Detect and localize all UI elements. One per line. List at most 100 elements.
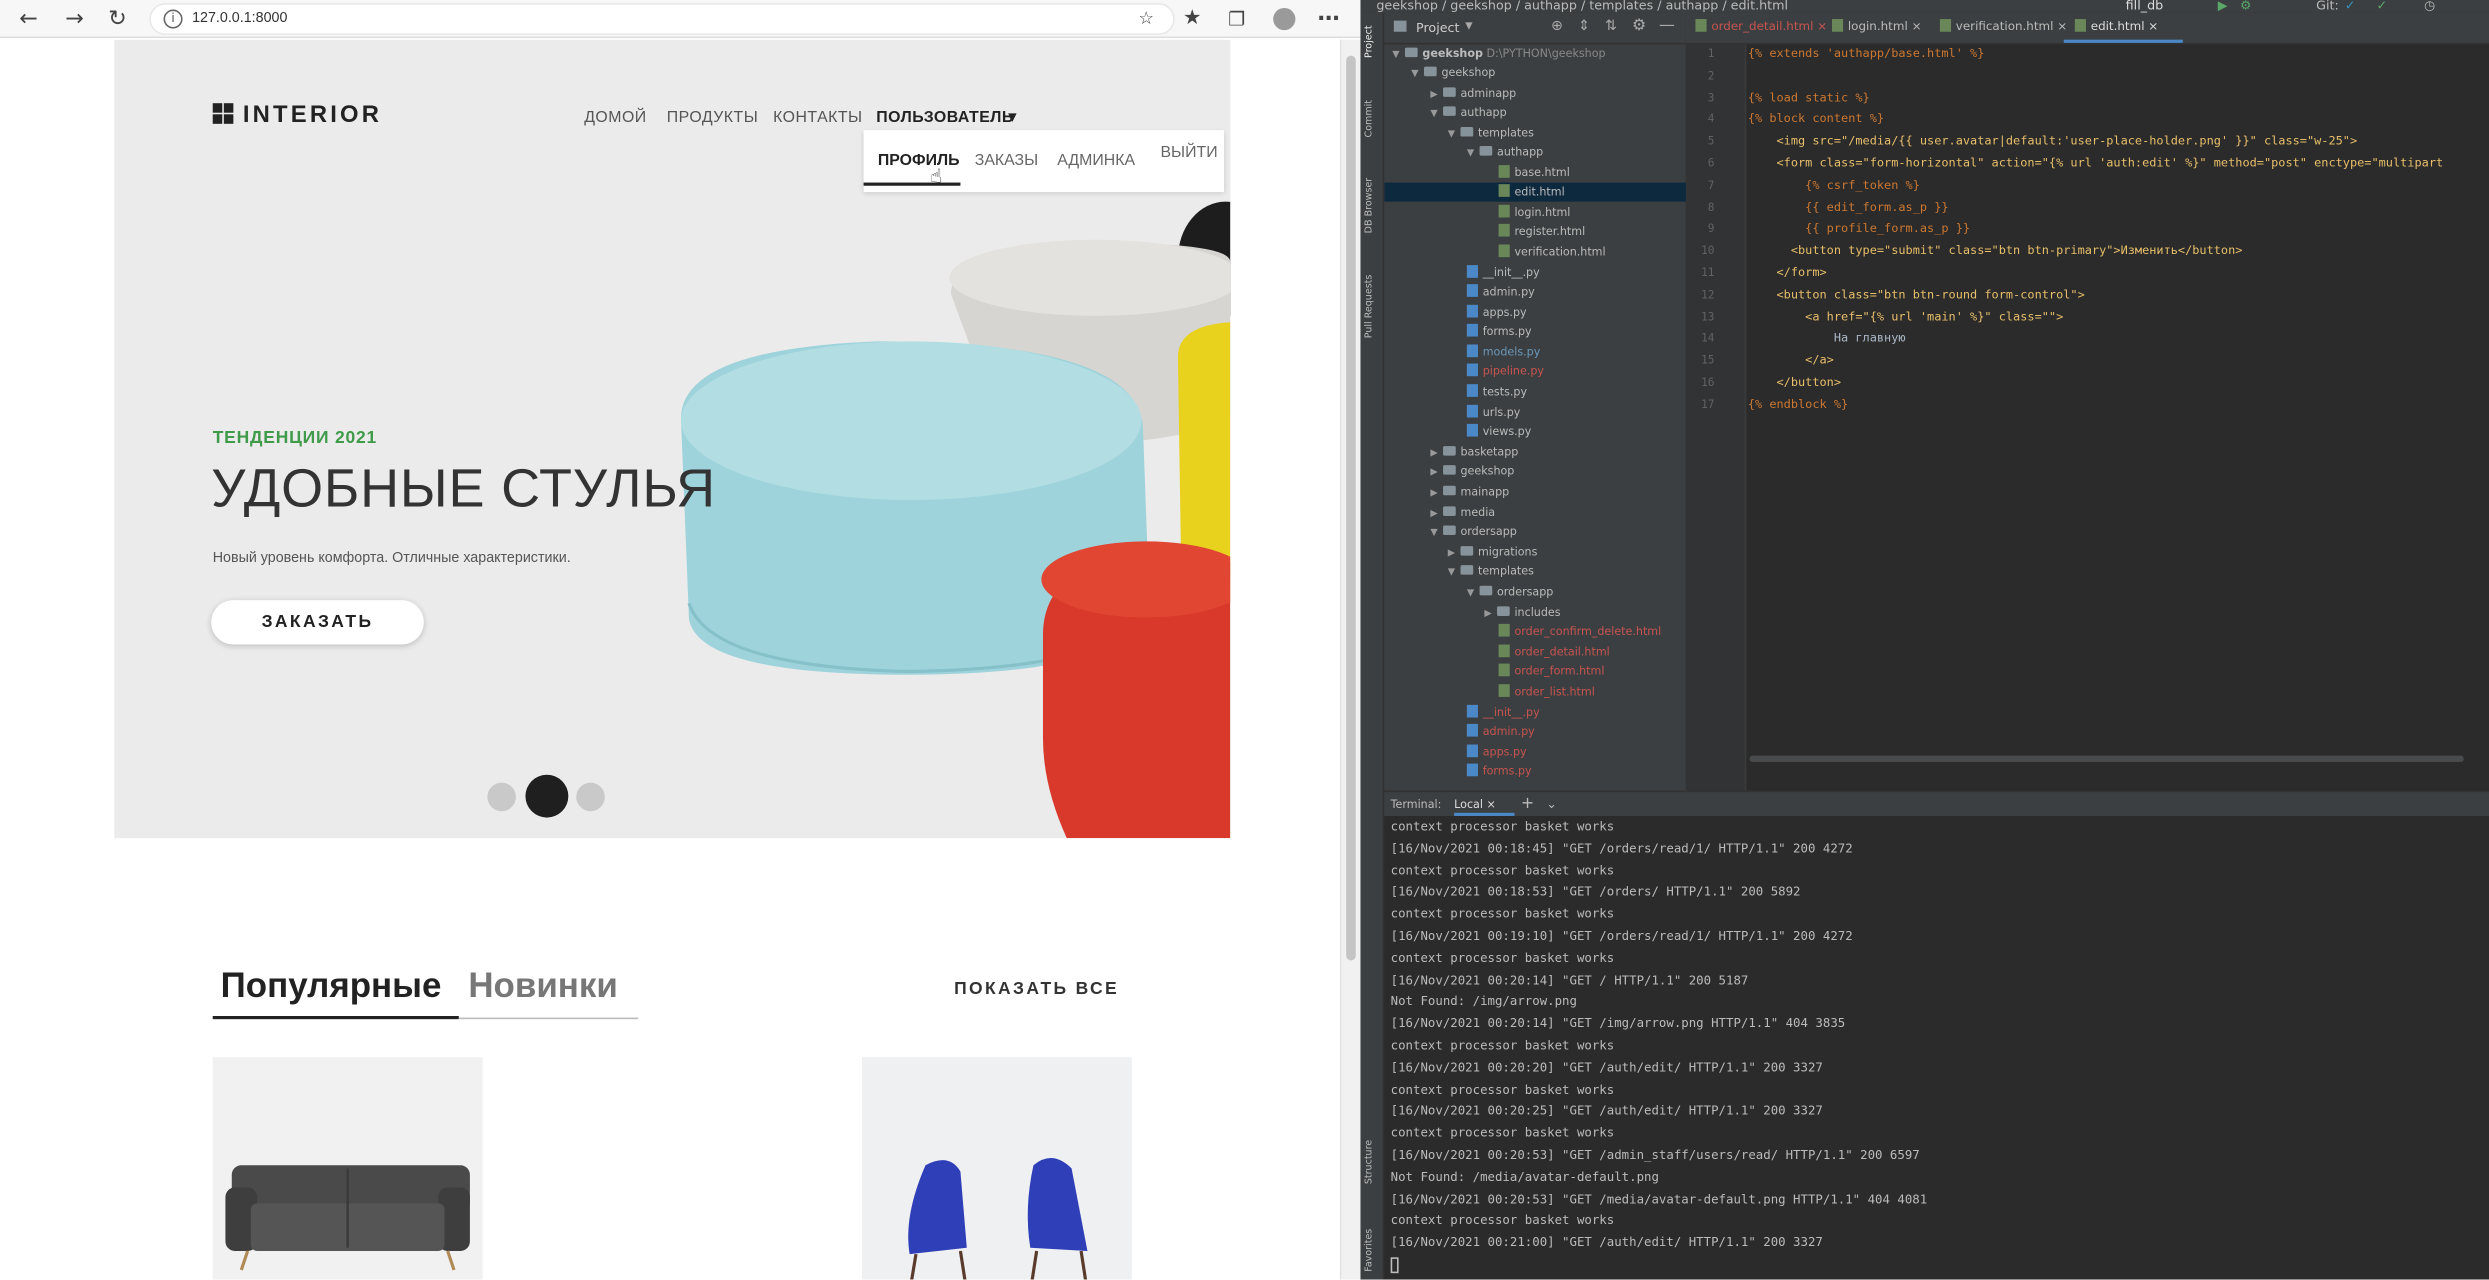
code-line[interactable]: <img src="/media/{{ user.avatar|default:… (1748, 134, 2357, 148)
code-line[interactable]: </a> (1748, 353, 1834, 367)
tree-item-pipeline-py[interactable]: pipeline.py (1466, 362, 1544, 381)
code-line[interactable]: </form> (1748, 265, 1826, 279)
menu-item-orders[interactable]: ЗАКАЗЫ (975, 152, 1039, 169)
expand-all-icon[interactable]: ⇕ (1578, 19, 1590, 35)
tree-item-tests-py[interactable]: tests.py (1466, 383, 1527, 402)
code-editor[interactable]: 1 2 3 4 5 6 7 8 9 10 11 12 13 14 15 16 17 {% extends 'au… (1685, 44, 2489, 791)
menu-item-profile[interactable]: ПРОФИЛЬ (878, 152, 960, 169)
run-config-select[interactable]: fill_db (2126, 0, 2164, 12)
debug-icon[interactable]: ⚙ (2240, 0, 2251, 12)
favorite-star-icon[interactable]: ☆ (1132, 5, 1161, 34)
url-text[interactable]: 127.0.0.1:8000 (192, 10, 287, 26)
tree-item-register-html[interactable]: register.html (1498, 222, 1585, 241)
side-tab-favorites[interactable]: Favorites (1364, 1229, 1375, 1272)
side-tab-project[interactable]: Project (1364, 25, 1375, 58)
tree-item-orders-apps-py[interactable]: apps.py (1466, 743, 1527, 762)
reload-icon[interactable]: ↻ (103, 5, 132, 34)
code-line[interactable]: {% extends 'authapp/base.html' %} (1748, 46, 1985, 60)
code-line[interactable]: </button> (1748, 375, 1841, 389)
new-terminal-plus-icon[interactable]: + (1521, 795, 1534, 812)
slider-dot-1[interactable] (487, 782, 516, 812)
editor-horizontal-scrollbar[interactable] (1749, 755, 2464, 762)
show-all-link[interactable]: ПОКАЗАТЬ ВСЕ (954, 979, 1119, 998)
tree-item-ordersapp[interactable]: ▼ ordersapp (1430, 522, 1517, 541)
tree-item-geekshop-sub[interactable]: ▶ geekshop (1430, 462, 1514, 481)
nav-contacts[interactable]: КОНТАКТЫ (773, 110, 862, 127)
tab-new[interactable]: Новинки (468, 965, 618, 1006)
tree-item-authapp-templates[interactable]: ▼ authapp (1467, 143, 1543, 162)
editor-tab-order-detail[interactable]: order_detail.html × (1695, 19, 1827, 33)
code-line[interactable]: <form class="form-horizontal" action="{%… (1748, 156, 2443, 170)
more-menu-icon[interactable]: ⋯ (1314, 5, 1343, 34)
slider-dot-3[interactable] (576, 782, 605, 812)
terminal-tab-local[interactable]: Local × (1454, 799, 1496, 812)
menu-item-admin[interactable]: АДМИНКА (1057, 152, 1135, 169)
tree-item-orders-forms-py[interactable]: forms.py (1466, 762, 1532, 781)
tree-item-adminapp[interactable]: ▶ adminapp (1430, 84, 1516, 103)
profile-avatar-icon[interactable] (1270, 5, 1299, 34)
side-tab-commit[interactable]: Commit (1364, 100, 1375, 137)
editor-tab-edit-active[interactable]: edit.html × (2074, 19, 2158, 33)
collections-icon[interactable]: ❐ (1222, 5, 1251, 34)
tree-item-geekshop-root[interactable]: ▼ geekshop D:\PYTHON\geekshop (1392, 44, 1686, 63)
code-line[interactable]: <button type="submit" class="btn btn-pri… (1748, 243, 2243, 257)
tree-item-order-list[interactable]: order_list.html (1498, 683, 1595, 702)
code-line[interactable]: <button class="btn btn-round form-contro… (1748, 287, 2084, 301)
nav-products[interactable]: ПРОДУКТЫ (667, 110, 758, 127)
tree-item-base-html[interactable]: base.html (1498, 164, 1570, 183)
tree-item-orders-admin-py[interactable]: admin.py (1466, 722, 1535, 741)
tree-item-ordersapp-templates[interactable]: ▼ ordersapp (1467, 583, 1553, 602)
tree-item-urls-py[interactable]: urls.py (1466, 403, 1520, 422)
project-panel-title[interactable]: Project (1416, 21, 1459, 35)
breadcrumb[interactable]: geekshop / geekshop / authapp / template… (1376, 0, 1788, 12)
tree-item-init-py[interactable]: __init__.py (1466, 264, 1540, 283)
order-button[interactable]: ЗАКАЗАТЬ (211, 600, 424, 645)
product-card-chairs[interactable] (862, 1057, 1132, 1280)
side-tab-pull-requests[interactable]: Pull Requests (1364, 275, 1375, 339)
editor-tab-verification[interactable]: verification.html × (1939, 19, 2067, 33)
tree-item-order-detail[interactable]: order_detail.html (1498, 643, 1610, 662)
tree-item-templates[interactable]: ▼ templates (1448, 124, 1534, 143)
tree-item-apps-py[interactable]: apps.py (1466, 303, 1527, 322)
tree-item-models-py[interactable]: models.py (1466, 343, 1540, 362)
tree-item-media[interactable]: ▶ media (1430, 503, 1495, 522)
collapse-all-icon[interactable]: ⇅ (1605, 19, 1617, 35)
code-line[interactable]: {{ profile_form.as_p }} (1748, 221, 1970, 235)
tree-item-authapp[interactable]: ▼ authapp (1430, 103, 1507, 122)
code-line[interactable]: {% endblock %} (1748, 397, 1848, 411)
tree-item-forms-py[interactable]: forms.py (1466, 322, 1532, 341)
git-update-icon[interactable]: ✓ (2345, 0, 2356, 12)
code-line[interactable]: {% block content %} (1748, 112, 1884, 126)
code-line[interactable]: {% csrf_token %} (1748, 177, 1920, 191)
tree-item-basketapp[interactable]: ▶ basketapp (1430, 443, 1518, 462)
tree-item-login-html[interactable]: login.html (1498, 203, 1570, 222)
tree-item-admin-py[interactable]: admin.py (1466, 283, 1535, 302)
code-line[interactable]: <a href="{% url 'main' %}" class=""> (1748, 309, 2063, 323)
forward-arrow-icon[interactable]: → (60, 5, 89, 34)
tree-item-verification-html[interactable]: verification.html (1498, 243, 1606, 262)
terminal-dropdown-chevron-icon[interactable]: ⌄ (1546, 797, 1557, 811)
tree-item-migrations[interactable]: ▶ migrations (1448, 543, 1537, 562)
editor-tab-login[interactable]: login.html × (1831, 19, 1922, 33)
product-card-sofa[interactable] (212, 1057, 483, 1280)
git-commit-icon[interactable]: ✓ (2376, 0, 2387, 12)
favorites-icon[interactable]: ★ (1178, 5, 1207, 34)
site-logo[interactable]: INTERIOR (212, 102, 382, 129)
menu-item-logout[interactable]: ВЫЙТИ (1160, 144, 1217, 161)
page-scrollbar[interactable] (1339, 39, 1361, 1280)
address-bar[interactable]: i 127.0.0.1:8000 ☆ (149, 3, 1175, 35)
terminal-output[interactable]: context processor basket works [16/Nov/20… (1384, 815, 2489, 1280)
tree-item-edit-html-selected[interactable]: edit.html (1384, 182, 1686, 202)
locate-icon[interactable]: ⊕ (1551, 19, 1563, 35)
code-line[interactable]: {{ edit_form.as_p }} (1748, 199, 1948, 213)
tree-item-orders-templates[interactable]: ▼ templates (1448, 562, 1534, 581)
tree-item-orders-init-py[interactable]: __init__.py (1466, 703, 1540, 722)
code-line[interactable]: На главную (1748, 331, 1906, 345)
slider-dot-2-active[interactable] (525, 774, 569, 818)
site-info-icon[interactable]: i (163, 9, 183, 29)
tree-item-views-py[interactable]: views.py (1466, 422, 1531, 441)
history-icon[interactable]: ◷ (2424, 0, 2435, 12)
tree-item-order-confirm-delete[interactable]: order_confirm_delete.html (1498, 622, 1661, 641)
chevron-down-icon[interactable]: ▼ (1465, 21, 1472, 32)
scrollbar-thumb[interactable] (1346, 55, 1356, 961)
